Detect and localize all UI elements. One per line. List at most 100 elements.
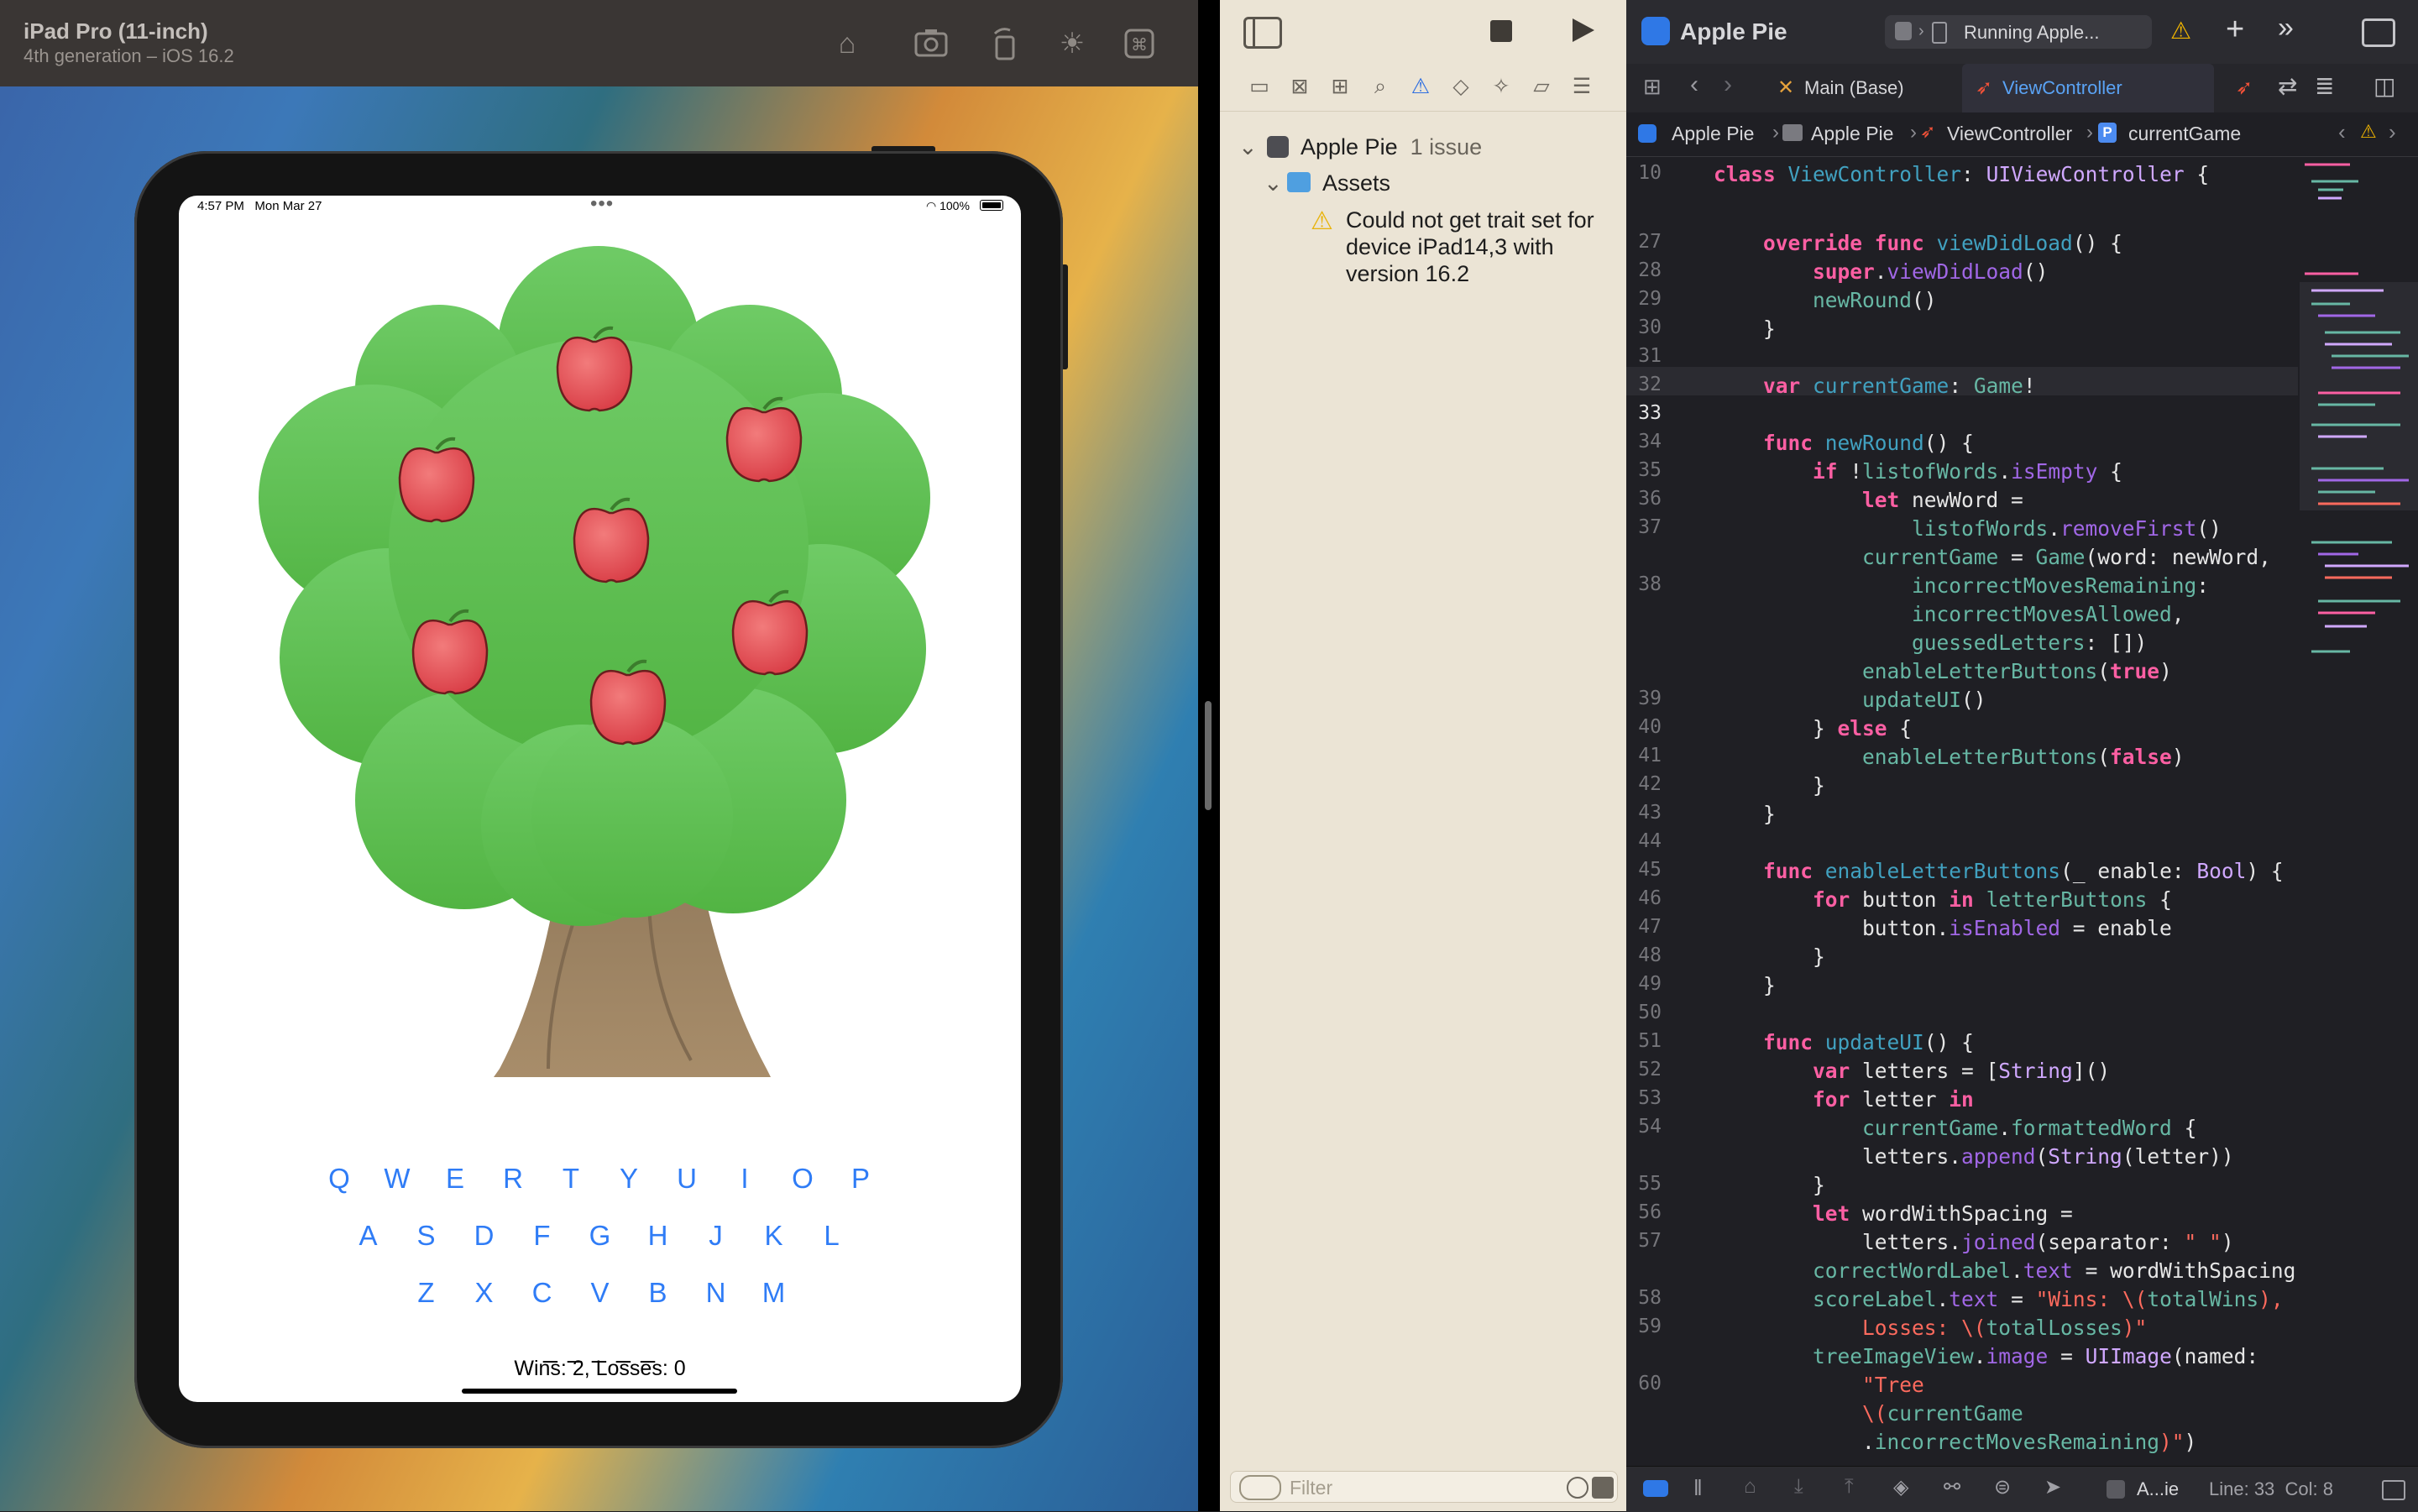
filter-options-icon[interactable]	[1239, 1475, 1281, 1500]
line-number[interactable]: 28	[1601, 259, 1662, 281]
letter-key-j[interactable]: J	[687, 1220, 745, 1252]
line-number[interactable]: 31	[1601, 345, 1662, 367]
line-number[interactable]: 46	[1601, 887, 1662, 909]
debug-area-toggle-icon[interactable]	[1643, 1480, 1668, 1497]
test-icon[interactable]: ◇	[1447, 72, 1475, 101]
letter-key-u[interactable]: U	[658, 1163, 716, 1195]
warning-icon[interactable]: ⚠	[2170, 17, 2191, 44]
letter-key-h[interactable]: H	[629, 1220, 687, 1252]
next-issue-icon[interactable]: ›	[2389, 119, 2396, 145]
command-icon[interactable]: ⌘	[1121, 25, 1158, 62]
add-icon[interactable]: +	[2226, 12, 2244, 48]
line-number[interactable]: 60	[1601, 1373, 1662, 1394]
location-icon[interactable]: ➤	[2044, 1475, 2061, 1499]
letter-key-i[interactable]: I	[716, 1163, 774, 1195]
pause-icon[interactable]: ‖	[1693, 1475, 1703, 1501]
letter-key-y[interactable]: Y	[600, 1163, 658, 1195]
letter-key-w[interactable]: W	[369, 1163, 427, 1195]
line-number[interactable]: 44	[1601, 830, 1662, 852]
adjust-editor-icon[interactable]: ≣	[2315, 72, 2334, 100]
minimap[interactable]	[2300, 156, 2418, 710]
source-control-icon[interactable]: ⊠	[1285, 72, 1314, 101]
line-number[interactable]: 34	[1601, 431, 1662, 453]
grid-icon[interactable]: ⊞	[1643, 74, 1662, 100]
line-number[interactable]: 37	[1601, 516, 1662, 538]
stop-icon[interactable]	[1490, 20, 1512, 42]
appearance-icon[interactable]: ☀	[1054, 25, 1091, 62]
split-editor-icon[interactable]: ◫	[2374, 72, 2395, 100]
line-number[interactable]: 56	[1601, 1201, 1662, 1223]
line-number[interactable]: 49	[1601, 973, 1662, 995]
letter-key-z[interactable]: Z	[397, 1277, 455, 1309]
previous-issue-icon[interactable]: ‹	[2338, 119, 2346, 145]
rotate-icon[interactable]	[987, 25, 1023, 62]
letter-key-c[interactable]: C	[513, 1277, 571, 1309]
symbol-icon[interactable]: ⊞	[1326, 72, 1354, 101]
recent-files-icon[interactable]	[1567, 1477, 1588, 1499]
line-number[interactable]: 53	[1601, 1087, 1662, 1109]
letter-key-p[interactable]: P	[832, 1163, 890, 1195]
line-number[interactable]: 36	[1601, 488, 1662, 510]
run-icon[interactable]	[1568, 15, 1598, 50]
line-number[interactable]: 50	[1601, 1002, 1662, 1023]
ipad-screen[interactable]: 4:57 PM Mon Mar 27 ••• ◠ 100% Q W E R T …	[179, 196, 1021, 1402]
breakpoint-icon[interactable]: ▱	[1527, 72, 1556, 101]
inspector-toggle-icon[interactable]	[2362, 18, 2395, 47]
letter-key-t[interactable]: T	[542, 1163, 600, 1195]
letter-key-q[interactable]: Q	[311, 1163, 369, 1195]
breadcrumb-project[interactable]: Apple Pie	[1672, 123, 1754, 145]
line-number[interactable]: 39	[1601, 688, 1662, 709]
letter-key-s[interactable]: S	[397, 1220, 455, 1252]
letter-key-b[interactable]: B	[629, 1277, 687, 1309]
letter-key-d[interactable]: D	[455, 1220, 513, 1252]
folder-icon[interactable]: ▭	[1245, 72, 1274, 101]
letter-key-k[interactable]: K	[745, 1220, 803, 1252]
line-number[interactable]: 59	[1601, 1316, 1662, 1337]
line-number[interactable]: 58	[1601, 1287, 1662, 1309]
line-number[interactable]: 30	[1601, 317, 1662, 338]
line-number[interactable]: 42	[1601, 773, 1662, 795]
breadcrumb-group[interactable]: Apple Pie	[1811, 123, 1893, 145]
line-number[interactable]: 51	[1601, 1030, 1662, 1052]
forward-icon[interactable]: ›	[1724, 71, 1732, 99]
line-number[interactable]: 10	[1601, 162, 1662, 184]
letter-key-a[interactable]: A	[339, 1220, 397, 1252]
divider-grip[interactable]	[1205, 701, 1212, 810]
line-number[interactable]: 48	[1601, 944, 1662, 966]
issues-filter-icon[interactable]	[1592, 1477, 1614, 1499]
report-icon[interactable]: ☰	[1568, 72, 1596, 101]
letter-key-m[interactable]: M	[745, 1277, 803, 1309]
environment-overrides-icon[interactable]: ⊜	[1994, 1475, 2011, 1499]
letter-key-x[interactable]: X	[455, 1277, 513, 1309]
step-over-icon[interactable]: ⌂	[1744, 1475, 1756, 1499]
letter-key-f[interactable]: F	[513, 1220, 571, 1252]
letter-key-o[interactable]: O	[774, 1163, 832, 1195]
letter-key-e[interactable]: E	[427, 1163, 484, 1195]
line-number[interactable]: 41	[1601, 745, 1662, 766]
line-number[interactable]: 55	[1601, 1173, 1662, 1195]
tab-main-storyboard[interactable]: ✕ Main (Base)	[1777, 69, 1920, 106]
find-icon[interactable]: ⌕	[1366, 72, 1395, 101]
sidebar-toggle-icon[interactable]	[1243, 17, 1282, 49]
line-number[interactable]: 57	[1601, 1230, 1662, 1252]
breadcrumb-file[interactable]: ViewController	[1947, 123, 2072, 145]
letter-key-r[interactable]: R	[484, 1163, 542, 1195]
breadcrumb-symbol[interactable]: currentGame	[2128, 123, 2241, 145]
view-hierarchy-icon[interactable]: ◈	[1893, 1475, 1908, 1499]
letter-key-g[interactable]: G	[571, 1220, 629, 1252]
home-icon[interactable]: ⌂	[829, 25, 866, 62]
memory-graph-icon[interactable]: ⚯	[1944, 1475, 1960, 1499]
related-items-icon[interactable]: ⇄	[2278, 72, 2297, 100]
letter-key-l[interactable]: L	[803, 1220, 861, 1252]
line-number[interactable]: 45	[1601, 859, 1662, 881]
line-number[interactable]: 52	[1601, 1059, 1662, 1080]
warning-icon[interactable]: ⚠	[2360, 121, 2377, 143]
issue-navigator-icon[interactable]: ⚠	[1406, 72, 1435, 101]
line-number[interactable]: 38	[1601, 573, 1662, 595]
navigator-filter-field[interactable]: Filter	[1230, 1471, 1618, 1503]
line-number[interactable]: 33	[1601, 402, 1662, 424]
line-number[interactable]: 40	[1601, 716, 1662, 738]
tab-viewcontroller[interactable]: ➶ ViewController	[1962, 64, 2214, 112]
line-number[interactable]: 43	[1601, 802, 1662, 824]
panel-toggle-icon[interactable]	[2382, 1480, 2405, 1500]
